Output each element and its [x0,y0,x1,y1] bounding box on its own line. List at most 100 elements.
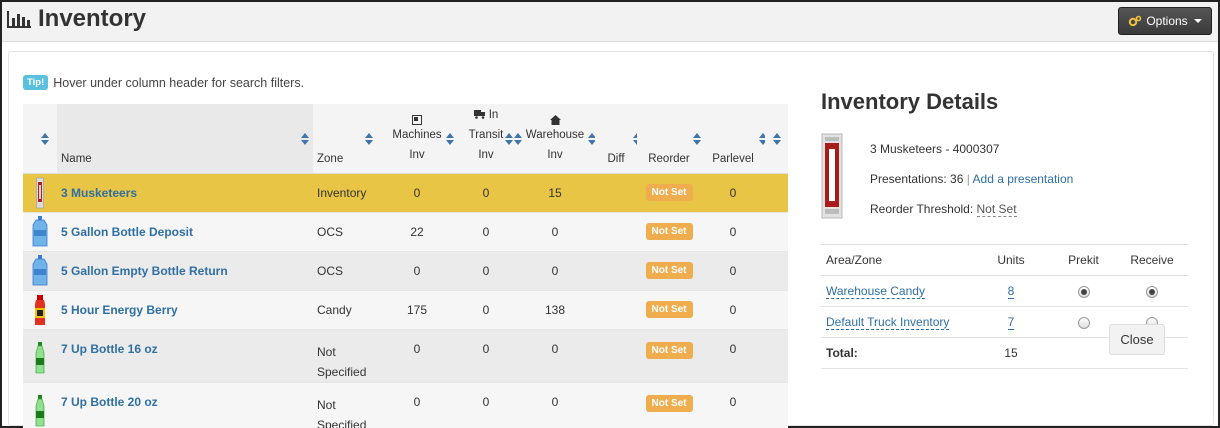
item-link[interactable]: 3 Musketeers [61,186,137,200]
row-zone-line2: Specified [317,417,367,428]
sort-icon[interactable] [446,133,454,145]
sort-icon[interactable] [514,133,522,145]
sort-icon[interactable] [301,133,309,145]
header-zone[interactable]: Zone [313,104,377,174]
page-title: Inventory [6,5,146,33]
reorder-badge[interactable]: Not Set [645,341,693,359]
row-diff [595,211,637,251]
zone-header-prekit: Prekit [1051,244,1116,276]
item-link[interactable]: 7 Up Bottle 20 oz [61,395,158,409]
zone-link[interactable]: Warehouse Candy [826,284,925,299]
reorder-badge[interactable]: Not Set [645,223,693,240]
header-machines-label: Machines [392,128,442,141]
sort-icon[interactable] [693,133,701,145]
zone-receive-cell [1116,275,1188,307]
header-transit[interactable]: In Transit Inv [457,104,515,174]
row-zone: OCS [313,211,377,251]
row-zone: Not Specified [313,381,377,428]
item-link[interactable]: 5 Gallon Empty Bottle Return [61,264,228,278]
page-title-text: Inventory [38,5,147,32]
home-icon [549,114,561,125]
row-name: 5 Gallon Empty Bottle Return [57,250,313,290]
zone-total-value: 15 [971,337,1051,369]
options-button[interactable]: Options [1118,7,1212,35]
table-row[interactable]: 5 Gallon Bottle Deposit OCS 22 0 0 Not S… [23,211,788,251]
sort-icon[interactable] [773,133,781,145]
add-presentation-link[interactable]: Add a presentation [973,172,1074,186]
row-extra [765,289,788,329]
item-link[interactable]: 5 Hour Energy Berry [61,303,178,317]
header-diff-label: Diff [607,152,625,165]
row-zone-line2: Specified [317,364,367,379]
header-zone-label: Zone [317,152,344,165]
prekit-radio[interactable] [1077,285,1090,298]
row-machines: 0 [377,172,457,212]
table-row[interactable]: 7 Up Bottle 20 oz Not Specified 0 0 0 Not… [23,381,788,428]
tip-badge: Tip! [23,75,49,90]
header-reorder[interactable]: Reorder [637,104,701,174]
row-zone: OCS [313,250,377,290]
zone-row: Warehouse Candy 8 [821,275,1188,307]
presentations-separator: | [966,172,970,186]
row-reorder: Not Set [637,328,701,382]
table-row[interactable]: 5 Gallon Empty Bottle Return OCS 0 0 0 N… [23,250,788,290]
gears-icon [1129,15,1142,27]
item-link[interactable]: 7 Up Bottle 16 oz [61,342,158,356]
row-thumb [23,211,57,251]
row-parlevel: 0 [701,381,765,428]
bar-chart-icon [7,11,31,28]
zone-total-label: Total: [821,337,971,369]
row-thumb [23,289,57,329]
row-machines: 175 [377,289,457,329]
receive-radio[interactable] [1146,285,1158,298]
reorder-threshold-value[interactable]: Not Set [976,202,1017,217]
row-transit: 0 [457,289,515,329]
water-jug-icon [32,215,48,246]
header-diff[interactable]: Diff [595,104,641,174]
candy-bar-icon [36,177,44,208]
zone-name-cell: Warehouse Candy [821,275,971,307]
table-header-row: Name Zone Machines Inv In Transit Inv Wa… [23,104,788,174]
row-name: 5 Gallon Bottle Deposit [57,211,313,251]
row-zone: Candy [313,289,377,329]
close-button[interactable]: Close [1109,324,1165,355]
reorder-badge[interactable]: Not Set [645,301,693,318]
reorder-badge[interactable]: Not Set [645,262,693,279]
tip-banner: Tip! Hover under column header for searc… [23,75,304,90]
row-diff [595,250,637,290]
header-machines[interactable]: Machines Inv [377,104,457,174]
header-machines-inv: Inv [409,148,425,161]
zone-units-link[interactable]: 8 [1007,284,1015,299]
header-parlevel[interactable]: Parlevel [701,104,767,174]
item-link[interactable]: 5 Gallon Bottle Deposit [61,225,193,239]
product-name: 3 Musketeers - 4000307 [870,142,1000,156]
prekit-radio[interactable] [1077,316,1090,329]
row-extra [765,211,788,251]
reorder-badge[interactable]: Not Set [645,394,693,412]
soda-bottle-icon [35,394,45,426]
reorder-badge[interactable]: Not Set [645,184,693,201]
zone-link[interactable]: Default Truck Inventory [826,315,950,330]
table-row[interactable]: 5 Hour Energy Berry Candy 175 0 138 Not … [23,289,788,329]
sort-icon[interactable] [505,133,513,145]
table-row[interactable]: 7 Up Bottle 16 oz Not Specified 0 0 0 Not… [23,328,788,382]
header-parlevel-label: Parlevel [712,152,754,165]
header-extra[interactable] [765,104,788,174]
table-row[interactable]: 3 Musketeers Inventory 0 0 15 Not Set 0 [23,172,788,212]
row-diff [595,328,637,382]
row-thumb [23,381,57,428]
row-zone-line1: Not [317,344,336,359]
header-image [23,104,57,174]
row-transit: 0 [457,211,515,251]
inventory-details: Inventory Details 3 Musketeers - 4000307… [821,89,1191,219]
row-reorder: Not Set [637,381,701,428]
sort-icon[interactable] [365,133,373,145]
sort-icon[interactable] [41,133,49,145]
row-reorder: Not Set [637,211,701,251]
header-name[interactable]: Name [57,104,313,174]
soda-bottle-icon [35,341,45,373]
row-extra [765,328,788,382]
machine-icon [412,114,422,125]
header-warehouse[interactable]: Warehouse Inv [514,104,596,174]
zone-units-link[interactable]: 7 [1007,315,1015,330]
